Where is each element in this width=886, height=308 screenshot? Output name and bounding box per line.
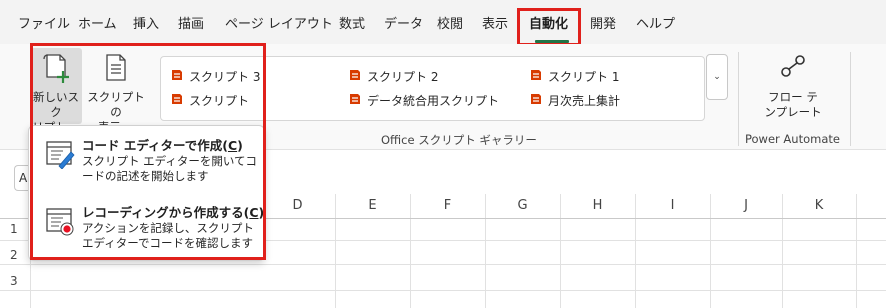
tab-insert[interactable]: 挿入 xyxy=(133,17,159,33)
column-header-d[interactable]: D xyxy=(260,194,335,218)
tab-help[interactable]: ヘルプ xyxy=(636,17,675,33)
column-header-i[interactable]: I xyxy=(635,194,710,218)
script-area-highlight-box xyxy=(30,43,266,260)
row-header-3[interactable]: 3 xyxy=(0,274,30,288)
tab-home[interactable]: ホーム xyxy=(78,17,117,33)
flow-template-label-line2: ンプレート xyxy=(764,105,822,119)
column-header-g[interactable]: G xyxy=(485,194,560,218)
tab-page-layout[interactable]: ページ レイアウト xyxy=(225,17,333,33)
group-separator xyxy=(850,52,851,146)
gallery-item[interactable]: スクリプト 1 xyxy=(529,68,619,86)
flow-template-label: フロー テ ンプレート xyxy=(758,90,828,120)
row-divider xyxy=(0,264,886,265)
row-header-2[interactable]: 2 xyxy=(0,248,30,262)
gallery-group-label: Office スクリプト ギャラリー xyxy=(381,133,537,147)
tab-draw[interactable]: 描画 xyxy=(178,17,204,33)
script-icon xyxy=(529,68,543,86)
column-header-e[interactable]: E xyxy=(335,194,410,218)
flow-template-label-line1: フロー テ xyxy=(768,90,818,104)
gallery-item-label: 月次売上集計 xyxy=(548,93,621,108)
column-header-h[interactable]: H xyxy=(560,194,635,218)
script-icon xyxy=(348,68,362,86)
tab-highlight-box xyxy=(517,8,581,46)
gallery-item[interactable]: 月次売上集計 xyxy=(529,92,620,110)
tab-view[interactable]: 表示 xyxy=(482,17,508,33)
column-header-j[interactable]: J xyxy=(710,194,782,218)
gallery-more-button[interactable]: ⌄ xyxy=(706,54,728,100)
column-header-f[interactable]: F xyxy=(410,194,485,218)
gallery-item-label: データ統合用スクリプト xyxy=(367,93,500,108)
tab-file[interactable]: ファイル xyxy=(18,17,70,33)
gallery-item[interactable]: データ統合用スクリプト xyxy=(348,92,499,110)
power-automate-group-label: Power Automate xyxy=(745,132,840,146)
gallery-item[interactable]: スクリプト 2 xyxy=(348,68,438,86)
flow-connector-icon xyxy=(777,51,809,85)
tab-developer[interactable]: 開発 xyxy=(590,17,616,33)
script-icon xyxy=(529,92,543,110)
tab-data[interactable]: データ xyxy=(384,17,423,33)
tab-formulas[interactable]: 数式 xyxy=(339,17,365,33)
row-divider xyxy=(0,290,886,291)
script-icon xyxy=(348,92,362,110)
tab-review[interactable]: 校閲 xyxy=(437,17,463,33)
group-separator xyxy=(738,52,739,146)
row-header-1[interactable]: 1 xyxy=(0,222,30,236)
menu-tab-bar: ファイル ホーム 挿入 描画 ページ レイアウト 数式 データ 校閲 表示 自動… xyxy=(0,0,886,44)
flow-template-button[interactable]: フロー テ ンプレート xyxy=(758,48,828,124)
gallery-item-label: スクリプト 2 xyxy=(367,69,439,84)
column-header-k[interactable]: K xyxy=(782,194,856,218)
gallery-item-label: スクリプト 1 xyxy=(548,69,620,84)
